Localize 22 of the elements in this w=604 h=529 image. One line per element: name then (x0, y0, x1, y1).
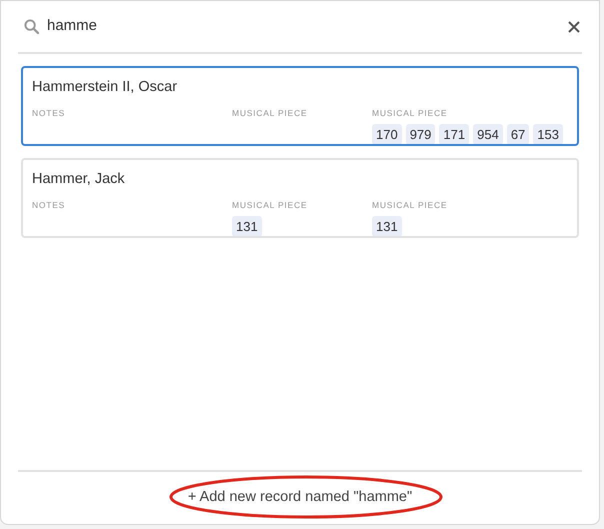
value-tag: 954 (473, 124, 503, 144)
record-name: Hammerstein II, Oscar (32, 78, 178, 97)
field-label: MUSICAL PIECE (232, 198, 308, 212)
add-record-button[interactable]: + Add new record named "hamme" (184, 485, 416, 511)
record-card[interactable]: Hammer, Jack NOTES MUSICAL PIECE 131 MUSICAL PIECE 131 (21, 158, 579, 238)
value-tag: 131 (232, 216, 262, 236)
value-tag: 171 (439, 124, 470, 144)
field-label: MUSICAL PIECE (372, 106, 448, 120)
field-label: MUSICAL PIECE (372, 198, 448, 212)
search-field[interactable]: hamme (47, 15, 560, 38)
search-icon (24, 19, 39, 34)
value-tag: 170 (372, 124, 402, 144)
value-tag: 979 (406, 124, 436, 144)
value-tag: 153 (533, 124, 563, 144)
field-label: MUSICAL PIECE (232, 106, 308, 120)
record-name: Hammer, Jack (32, 170, 126, 189)
close-icon (568, 21, 580, 34)
value-tag: 131 (372, 216, 402, 236)
field-label: NOTES (32, 106, 66, 120)
record-card[interactable]: Hammerstein II, Oscar NOTES MUSICAL PIECE MUSICAL PIECE 170 979 171 954 67 153 (21, 66, 579, 146)
field-label: NOTES (32, 198, 66, 212)
value-tag: 67 (506, 124, 530, 144)
